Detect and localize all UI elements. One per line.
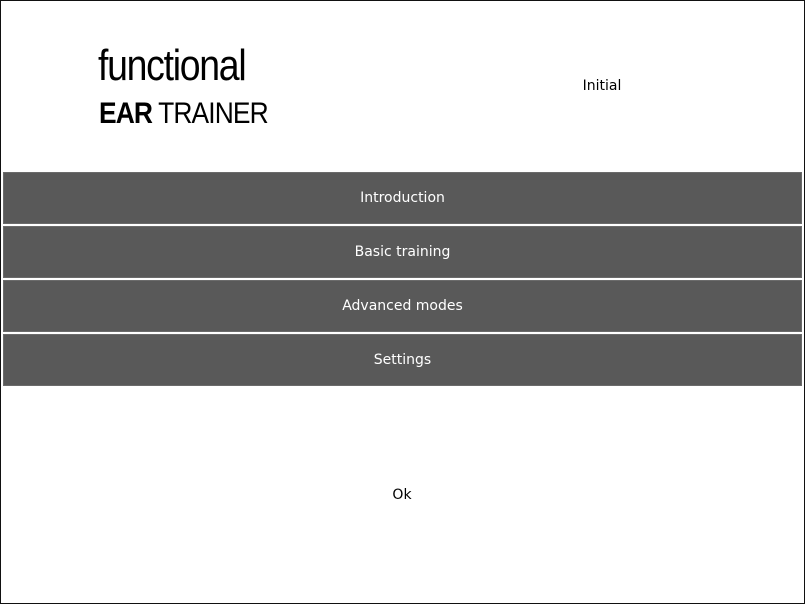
logo-title: functional bbox=[98, 41, 247, 90]
logo-subtitle: EAR TRAINER bbox=[99, 97, 269, 131]
introduction-button[interactable]: Introduction bbox=[3, 172, 802, 224]
ok-button[interactable]: Ok bbox=[361, 481, 443, 509]
settings-button[interactable]: Settings bbox=[3, 334, 802, 386]
ok-label: Ok bbox=[392, 487, 412, 503]
status-label: Initial bbox=[582, 78, 622, 94]
settings-label: Settings bbox=[373, 352, 432, 368]
basic-training-label: Basic training bbox=[354, 244, 451, 260]
app-logo: functional EAR TRAINER bbox=[98, 41, 269, 136]
logo-subtitle-rest: TRAINER bbox=[152, 97, 269, 130]
introduction-label: Introduction bbox=[360, 190, 445, 206]
advanced-modes-label: Advanced modes bbox=[342, 298, 463, 314]
main-menu: Introduction Basic training Advanced mod… bbox=[3, 172, 802, 388]
advanced-modes-button[interactable]: Advanced modes bbox=[3, 280, 802, 332]
basic-training-button[interactable]: Basic training bbox=[3, 226, 802, 278]
app-window: functional EAR TRAINER Initial Introduct… bbox=[0, 0, 805, 604]
logo-subtitle-bold: EAR bbox=[99, 97, 153, 130]
